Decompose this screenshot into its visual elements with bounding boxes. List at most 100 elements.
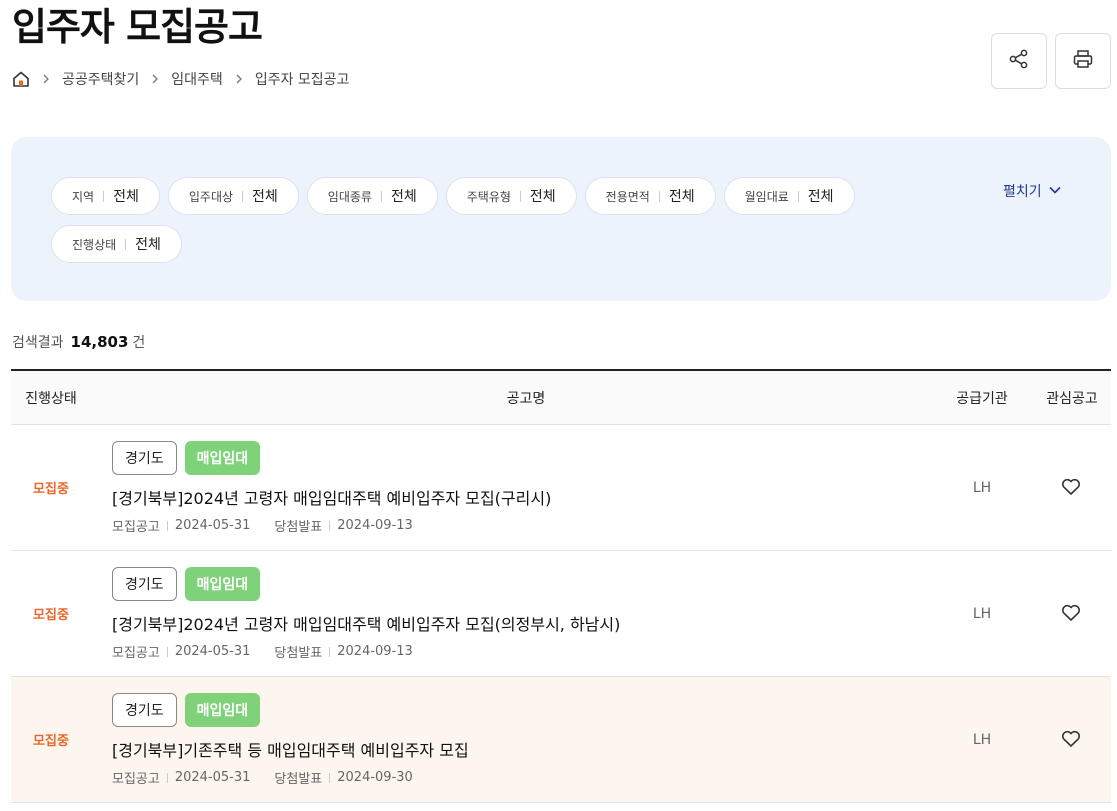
filter-chip-status[interactable]: 진행상태 전체	[51, 225, 182, 263]
notice-title-link[interactable]: [경기북부]기존주택 등 매입임대주택 예비입주자 모집	[112, 737, 469, 761]
filter-label: 입주대상	[188, 189, 234, 204]
divider	[125, 238, 127, 250]
divider	[329, 520, 331, 531]
filter-value: 전체	[807, 189, 834, 205]
filter-chips: 지역 전체 입주대상 전체 임대종류 전체 주택유형 전체 전용면적 전체 월임대료 전체 …	[51, 177, 951, 263]
result-date: 2024-09-13	[337, 644, 413, 659]
filter-chip-housing-type[interactable]: 주택유형 전체	[445, 177, 577, 215]
notice-date: 2024-05-31	[174, 518, 251, 533]
supply-org: LH	[972, 479, 992, 496]
breadcrumb: 공공주택찾기 임대주택 입주자 모집공고	[12, 66, 349, 92]
filter-chip-rental-kind[interactable]: 임대종류 전체	[306, 177, 438, 215]
result-label: 검색결과	[12, 335, 64, 351]
filter-label: 월임대료	[744, 189, 789, 204]
region-tag: 경기도	[112, 693, 177, 727]
supply-org: LH	[972, 731, 992, 748]
notice-title-link[interactable]: [경기북부]2024년 고령자 매입임대주택 예비입주자 모집(구리시)	[112, 485, 551, 509]
filter-panel: 지역 전체 입주대상 전체 임대종류 전체 주택유형 전체 전용면적 전체 월임대료 전체 …	[11, 137, 1111, 301]
divider	[166, 772, 168, 783]
row-tags: 경기도 매입임대	[112, 567, 261, 601]
notice-title-link[interactable]: [경기북부]2024년 고령자 매입임대주택 예비입주자 모집(의정부시, 하남…	[112, 611, 620, 635]
result-unit: 건	[132, 335, 146, 351]
notice-label: 모집공고	[112, 646, 160, 661]
heart-icon	[1061, 730, 1081, 752]
table-header: 진행상태 공고명 공급기관 관심공고	[11, 369, 1111, 425]
filter-chip-rent[interactable]: 월임대료 전체	[723, 177, 855, 215]
breadcrumb-item[interactable]: 공공주택찾기	[62, 69, 139, 89]
page-title: 입주자 모집공고	[12, 5, 263, 49]
chevron-right-icon	[42, 74, 50, 84]
print-icon	[1072, 48, 1094, 74]
filter-label: 진행상태	[72, 237, 117, 252]
chevron-right-icon	[151, 74, 159, 84]
notice-label: 모집공고	[112, 520, 160, 535]
type-tag: 매입임대	[184, 441, 261, 475]
column-header-org: 공급기관	[956, 391, 1008, 407]
divider	[380, 190, 382, 202]
notice-table: 진행상태 공고명 공급기관 관심공고 모집중 경기도 매입임대 [경기북부]20…	[11, 369, 1111, 803]
row-tags: 경기도 매입임대	[112, 441, 261, 475]
filter-value: 전체	[529, 189, 556, 205]
region-tag: 경기도	[112, 567, 177, 601]
filter-chip-area[interactable]: 전용면적 전체	[584, 177, 716, 215]
filter-label: 전용면적	[605, 189, 650, 204]
breadcrumb-item[interactable]: 임대주택	[171, 69, 223, 89]
favorite-button[interactable]	[1057, 475, 1085, 503]
chevron-right-icon	[235, 74, 243, 84]
result-count: 검색결과 14,803 건	[12, 332, 145, 352]
divider	[329, 646, 331, 657]
result-label: 당첨발표	[274, 646, 323, 661]
divider	[329, 772, 331, 783]
divider	[103, 190, 105, 202]
type-tag: 매입임대	[184, 567, 261, 601]
status-badge: 모집중	[33, 734, 69, 749]
notice-label: 모집공고	[112, 772, 160, 787]
notice-meta: 모집공고 2024-05-31 당첨발표 2024-09-13	[112, 642, 413, 661]
region-tag: 경기도	[112, 441, 177, 475]
type-tag: 매입임대	[184, 693, 261, 727]
filter-value: 전체	[390, 189, 417, 205]
notice-meta: 모집공고 2024-05-31 당첨발표 2024-09-13	[112, 516, 413, 535]
breadcrumb-item[interactable]: 입주자 모집공고	[255, 69, 350, 89]
result-number: 14,803	[70, 333, 129, 351]
notice-date: 2024-05-31	[174, 644, 251, 659]
supply-org: LH	[972, 605, 992, 622]
share-icon	[1008, 48, 1030, 74]
share-button[interactable]	[991, 33, 1047, 89]
filter-label: 임대종류	[327, 189, 372, 204]
heart-icon	[1061, 478, 1081, 500]
filter-chip-region[interactable]: 지역 전체	[51, 177, 160, 215]
filter-value: 전체	[135, 237, 161, 253]
divider	[242, 190, 244, 202]
expand-filters-button[interactable]: 펼치기	[1003, 181, 1062, 201]
filter-value: 전체	[668, 189, 695, 205]
row-tags: 경기도 매입임대	[112, 693, 261, 727]
notice-meta: 모집공고 2024-05-31 당첨발표 2024-09-30	[112, 768, 413, 787]
table-row: 모집중 경기도 매입임대 [경기북부]2024년 고령자 매입임대주택 예비입주…	[11, 425, 1111, 551]
status-badge: 모집중	[33, 482, 69, 497]
divider	[797, 190, 799, 202]
status-badge: 모집중	[33, 608, 69, 623]
divider	[519, 190, 521, 202]
result-label: 당첨발표	[274, 772, 323, 787]
filter-chip-target[interactable]: 입주대상 전체	[167, 177, 299, 215]
column-header-status: 진행상태	[25, 391, 77, 407]
print-button[interactable]	[1055, 33, 1111, 89]
divider	[166, 520, 168, 531]
favorite-button[interactable]	[1057, 727, 1085, 755]
heart-icon	[1061, 604, 1081, 626]
favorite-button[interactable]	[1057, 601, 1085, 629]
table-row: 모집중 경기도 매입임대 [경기북부]2024년 고령자 매입임대주택 예비입주…	[11, 551, 1111, 677]
filter-label: 지역	[72, 189, 95, 204]
result-date: 2024-09-13	[337, 518, 413, 533]
filter-value: 전체	[252, 189, 278, 205]
table-row: 모집중 경기도 매입임대 [경기북부]기존주택 등 매입임대주택 예비입주자 모…	[11, 677, 1111, 803]
divider	[166, 646, 168, 657]
expand-label: 펼치기	[1003, 184, 1042, 200]
divider	[658, 190, 660, 202]
filter-value: 전체	[113, 189, 139, 205]
result-date: 2024-09-30	[337, 770, 413, 785]
notice-date: 2024-05-31	[174, 770, 251, 785]
home-icon[interactable]	[12, 70, 30, 88]
chevron-down-icon	[1048, 183, 1062, 199]
